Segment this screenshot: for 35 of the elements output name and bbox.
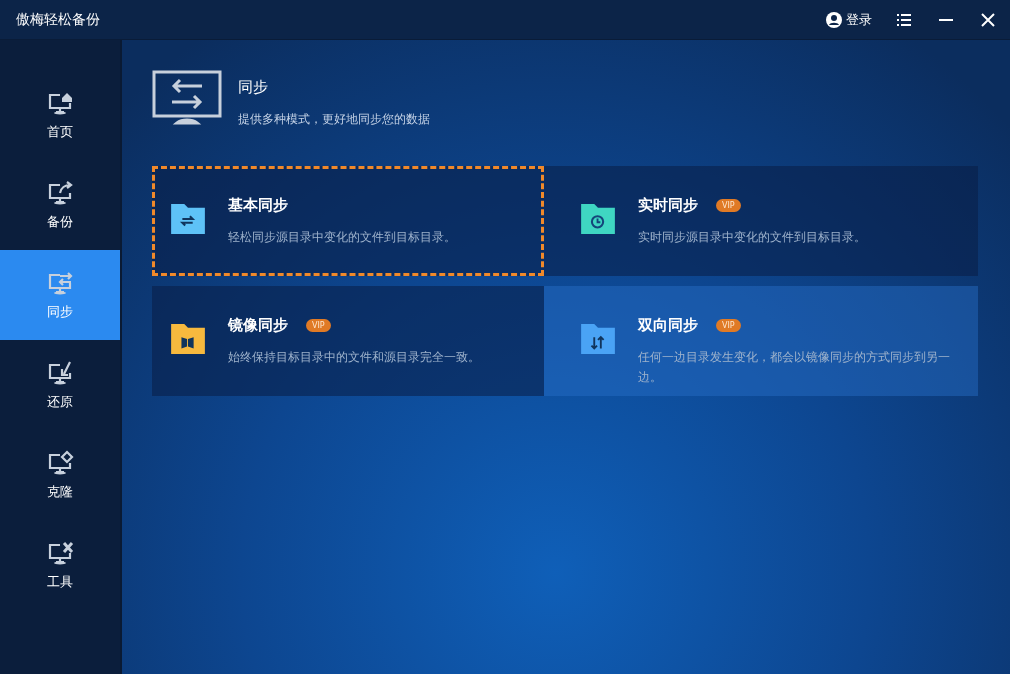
menu-icon — [897, 13, 911, 26]
card-description: 任何一边目录发生变化，都会以镜像同步的方式同步到另一边。 — [638, 349, 951, 386]
close-icon — [981, 12, 995, 27]
vip-badge: VIP — [306, 319, 331, 332]
tools-monitor-icon — [46, 539, 74, 567]
vip-badge: VIP — [716, 319, 741, 332]
sidebar-item[interactable]: 备份 — [0, 160, 120, 250]
user-icon — [826, 11, 842, 28]
card-title: 实时同步 — [638, 196, 698, 215]
sync-mode-card[interactable]: 实时同步 VIP 实时同步源目录中变化的文件到目标目录。 — [544, 166, 978, 276]
card-title: 基本同步 — [228, 196, 288, 215]
page-subtitle: 提供多种模式，更好地同步您的数据 — [238, 111, 430, 128]
sidebar-item[interactable]: 还原 — [0, 340, 120, 430]
clone-monitor-icon — [46, 449, 74, 477]
restore-monitor-icon — [46, 359, 74, 387]
sync-mode-card[interactable]: 镜像同步 VIP 始终保持目标目录中的文件和源目录完全一致。 — [152, 286, 544, 396]
vip-badge: VIP — [716, 199, 741, 212]
sidebar-item[interactable]: 同步 — [0, 250, 120, 340]
sync-monitor-icon — [152, 70, 222, 128]
minimize-icon — [939, 18, 953, 21]
window-title: 傲梅轻松备份 — [16, 10, 101, 29]
backup-monitor-icon — [46, 179, 74, 207]
sync-mode-card[interactable]: 双向同步 VIP 任何一边目录发生变化，都会以镜像同步的方式同步到另一边。 — [544, 286, 978, 396]
card-title: 双向同步 — [638, 316, 698, 335]
sidebar-item[interactable]: 首页 — [0, 70, 120, 160]
sync-mode-card[interactable]: 基本同步 轻松同步源目录中变化的文件到目标目录。 — [152, 166, 544, 276]
sync-monitor-icon — [46, 269, 74, 297]
card-description: 实时同步源目录中变化的文件到目标目录。 — [638, 229, 866, 246]
login-button[interactable]: 登录 — [826, 10, 872, 29]
page-title: 同步 — [238, 78, 269, 97]
card-description: 始终保持目标目录中的文件和源目录完全一致。 — [228, 349, 480, 366]
sidebar-item[interactable]: 工具 — [0, 520, 120, 610]
card-title: 镜像同步 — [228, 316, 288, 335]
sidebar-item[interactable]: 克隆 — [0, 430, 120, 520]
card-description: 轻松同步源目录中变化的文件到目标目录。 — [228, 229, 456, 246]
